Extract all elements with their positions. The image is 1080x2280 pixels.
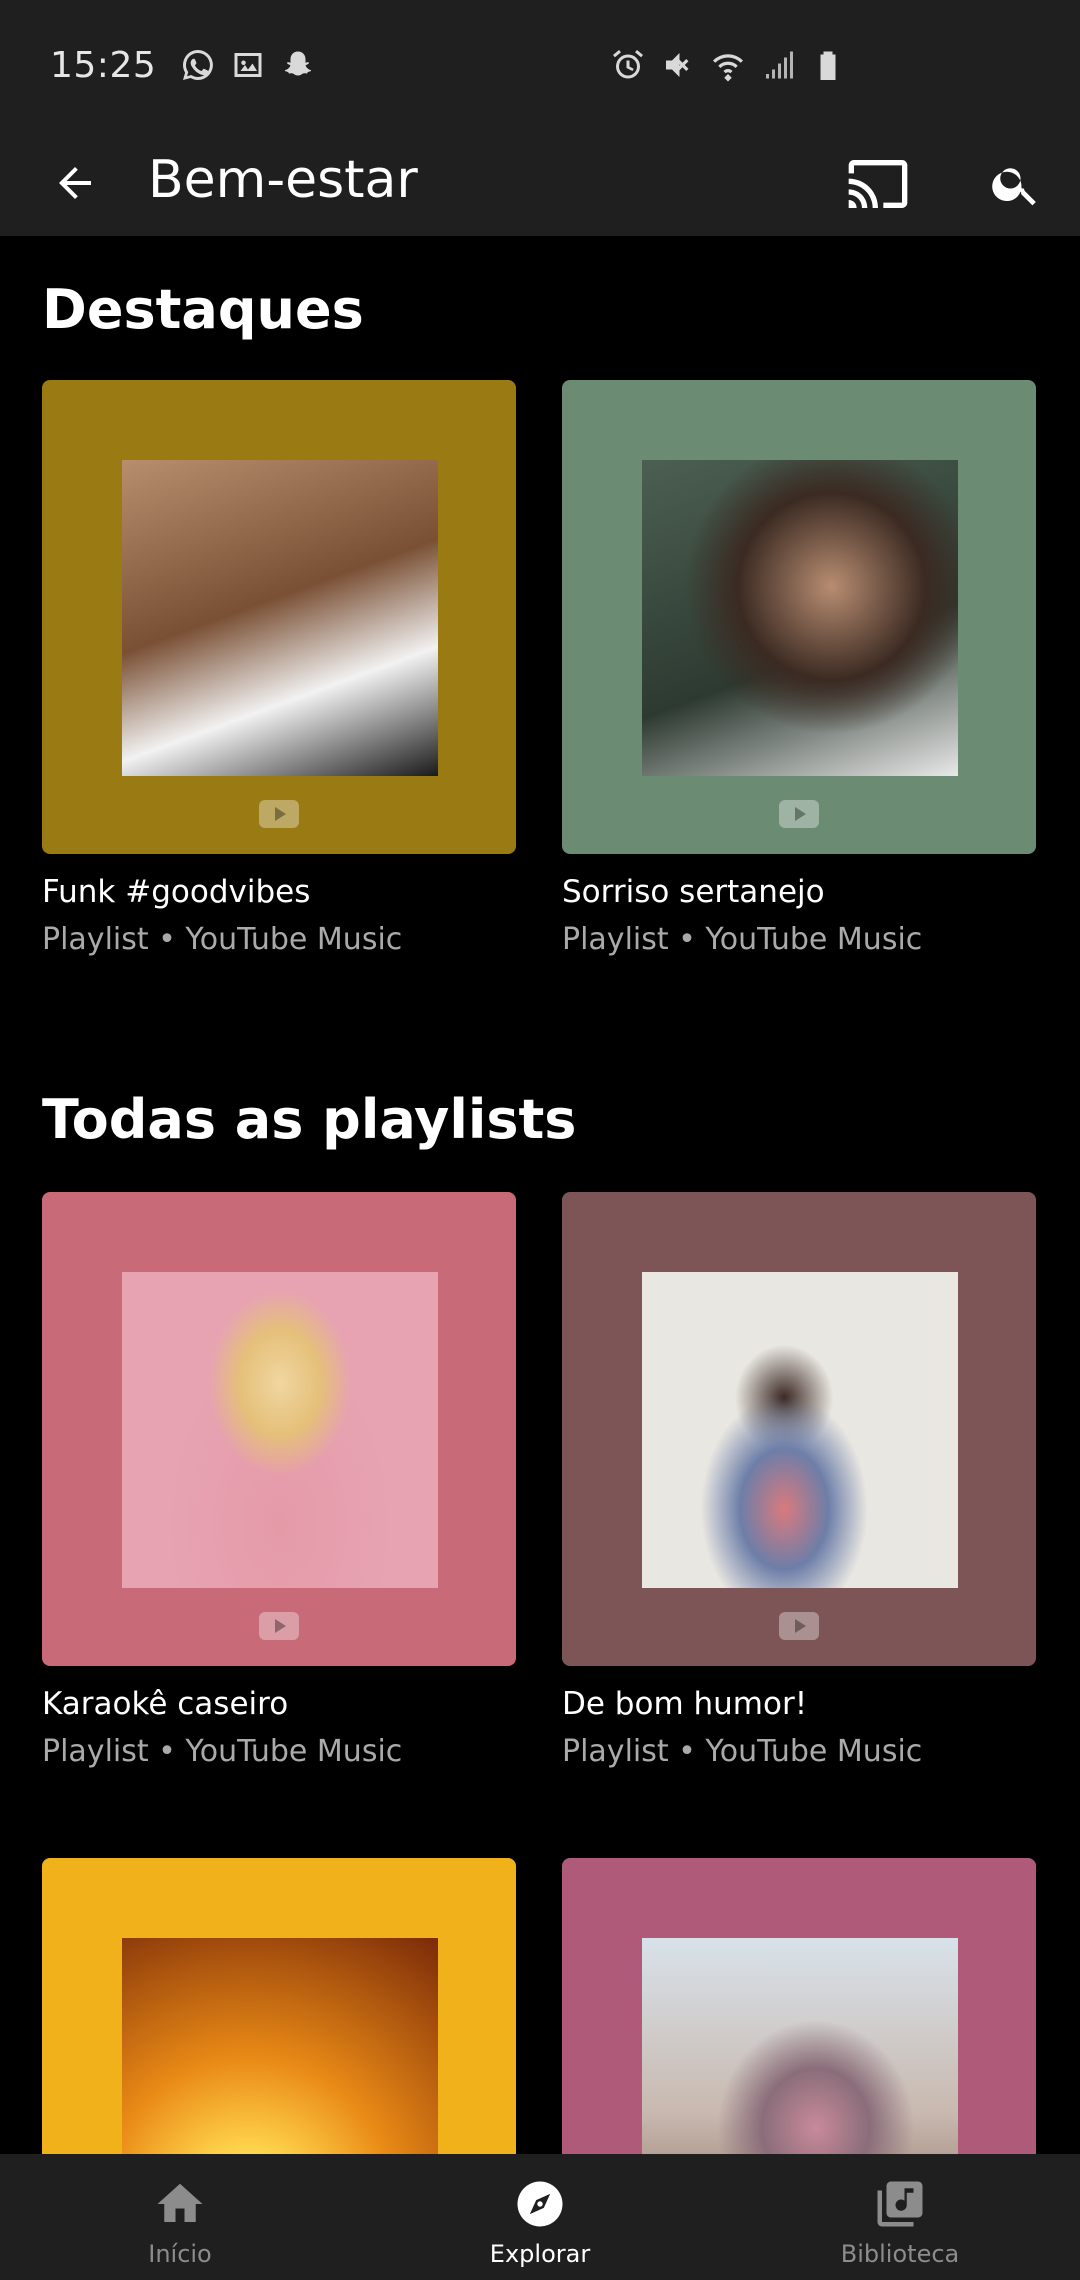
battery-icon <box>810 47 846 83</box>
alarm-icon <box>610 47 646 83</box>
home-icon <box>152 2176 208 2232</box>
search-button[interactable] <box>978 146 1054 222</box>
playlist-artwork <box>642 1272 958 1588</box>
app-bar: Bem-estar <box>0 130 1080 236</box>
image-icon <box>230 47 266 83</box>
playlist-thumbnail[interactable] <box>562 380 1036 854</box>
playlist-subtitle: Playlist • YouTube Music <box>562 922 923 957</box>
explore-icon <box>512 2176 568 2232</box>
playlist-title[interactable]: Karaokê caseiro <box>42 1686 516 1722</box>
playlist-title[interactable]: Funk #goodvibes <box>42 874 516 910</box>
playlist-subtitle: Playlist • YouTube Music <box>42 1734 403 1769</box>
mute-icon <box>660 47 696 83</box>
cast-button[interactable] <box>840 146 916 222</box>
section-title-todas-as-playlists: Todas as playlists <box>42 1088 577 1151</box>
arrow-back-icon <box>59 167 91 199</box>
signal-icon <box>760 47 796 83</box>
playlist-thumbnail[interactable] <box>42 380 516 854</box>
playlist-card[interactable]: De bom humor! Playlist • YouTube Music <box>562 1192 1036 1769</box>
playlist-subtitle: Playlist • YouTube Music <box>562 1734 923 1769</box>
playlist-subtitle: Playlist • YouTube Music <box>42 922 403 957</box>
playlist-card[interactable] <box>42 1858 516 2154</box>
youtube-logo-icon <box>779 1612 819 1640</box>
whatsapp-icon <box>180 47 216 83</box>
bottom-navigation: Início Explorar Biblioteca <box>0 2154 1080 2280</box>
playlist-card[interactable]: Karaokê caseiro Playlist • YouTube Music <box>42 1192 516 1769</box>
nav-label: Início <box>148 2240 212 2268</box>
playlist-card[interactable]: Funk #goodvibes Playlist • YouTube Music <box>42 380 516 957</box>
nav-item-biblioteca[interactable]: Biblioteca <box>780 2154 1020 2280</box>
youtube-logo-icon <box>779 800 819 828</box>
youtube-logo-icon <box>259 1612 299 1640</box>
playlist-title[interactable]: De bom humor! <box>562 1686 1036 1722</box>
playlist-artwork <box>642 460 958 776</box>
playlist-card[interactable]: Sorriso sertanejo Playlist • YouTube Mus… <box>562 380 1036 957</box>
back-button[interactable] <box>40 148 110 218</box>
cast-icon <box>848 160 908 208</box>
playlist-card[interactable] <box>562 1858 1036 2154</box>
status-bar: 15:25 <box>0 0 1080 130</box>
playlist-thumbnail[interactable] <box>42 1192 516 1666</box>
nav-label: Explorar <box>489 2240 591 2268</box>
snapchat-icon <box>280 47 316 83</box>
nav-label: Biblioteca <box>840 2240 960 2268</box>
playlist-artwork <box>122 1938 438 2154</box>
nav-item-explorar[interactable]: Explorar <box>420 2154 660 2280</box>
youtube-logo-icon <box>259 800 299 828</box>
playlist-thumbnail[interactable] <box>562 1858 1036 2154</box>
nav-item-inicio[interactable]: Início <box>60 2154 300 2280</box>
playlist-title[interactable]: Sorriso sertanejo <box>562 874 1036 910</box>
library-icon <box>872 2176 928 2232</box>
playlist-artwork <box>642 1938 958 2154</box>
playlist-artwork <box>122 460 438 776</box>
search-icon <box>992 168 1036 206</box>
page-title: Bem-estar <box>148 150 418 210</box>
wifi-icon <box>710 47 746 83</box>
content-scroll[interactable]: Destaques Funk #goodvibes Playlist • You… <box>0 236 1080 2154</box>
playlist-thumbnail[interactable] <box>562 1192 1036 1666</box>
playlist-artwork <box>122 1272 438 1588</box>
status-time: 15:25 <box>50 44 157 86</box>
section-title-destaques: Destaques <box>42 278 364 341</box>
playlist-thumbnail[interactable] <box>42 1858 516 2154</box>
